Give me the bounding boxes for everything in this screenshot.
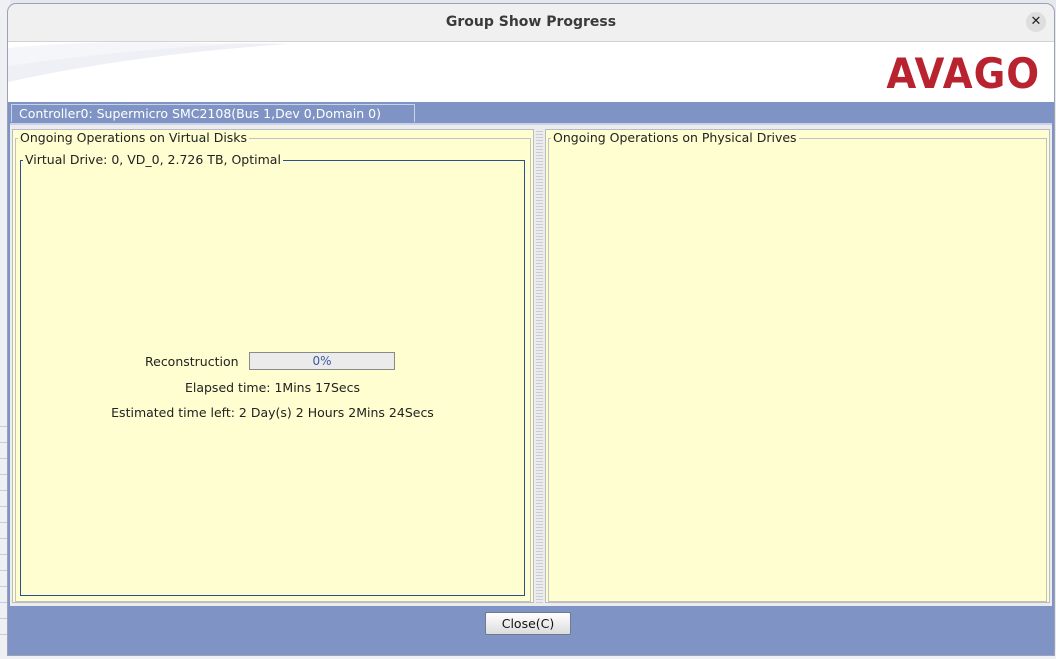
background-row bbox=[0, 460, 8, 475]
background-row bbox=[0, 476, 8, 491]
operation-label: Reconstruction bbox=[145, 354, 239, 369]
progress-dialog: Group Show Progress ✕ AVAGO Controller0:… bbox=[8, 4, 1054, 655]
brand-banner: AVAGO bbox=[8, 42, 1054, 102]
background-row bbox=[0, 556, 8, 571]
background-row bbox=[0, 604, 8, 619]
background-row bbox=[0, 572, 8, 587]
background-row bbox=[0, 444, 8, 459]
virtual-disks-group: Ongoing Operations on Virtual Disks Virt… bbox=[15, 130, 531, 602]
background-row bbox=[0, 492, 8, 507]
progress-text: 0% bbox=[312, 354, 332, 368]
background-row bbox=[0, 588, 8, 603]
background-row bbox=[0, 428, 8, 443]
elapsed-time: Elapsed time: 1Mins 17Secs bbox=[184, 380, 361, 395]
title-bar: Group Show Progress ✕ bbox=[8, 4, 1054, 42]
background-row bbox=[0, 412, 8, 427]
physical-drives-group: Ongoing Operations on Physical Drives bbox=[548, 130, 1047, 602]
close-button[interactable]: Close(C) bbox=[485, 612, 571, 635]
close-icon[interactable]: ✕ bbox=[1026, 12, 1046, 32]
window-title: Group Show Progress bbox=[445, 14, 617, 30]
background-row bbox=[0, 620, 8, 635]
background-row bbox=[0, 540, 8, 555]
reconstruction-progress-bar: 0% bbox=[249, 352, 395, 370]
physical-drives-title: Ongoing Operations on Physical Drives bbox=[551, 130, 799, 146]
virtual-disks-title: Ongoing Operations on Virtual Disks bbox=[18, 130, 250, 146]
tab-pane: Ongoing Operations on Virtual Disks Virt… bbox=[10, 123, 1052, 606]
virtual-disks-panel: Ongoing Operations on Virtual Disks Virt… bbox=[12, 129, 534, 603]
panel-splitter[interactable] bbox=[536, 129, 543, 603]
estimated-time-left: Estimated time left: 2 Day(s) 2 Hours 2M… bbox=[111, 405, 434, 420]
virtual-drive-group: Virtual Drive: 0, VD_0, 2.726 TB, Optima… bbox=[20, 152, 525, 596]
tab-controller0[interactable]: Controller0: Supermicro SMC2108(Bus 1,De… bbox=[11, 104, 415, 122]
background-row bbox=[0, 524, 8, 539]
avago-logo: AVAGO bbox=[886, 49, 1040, 98]
background-row bbox=[0, 508, 8, 523]
virtual-drive-title: Virtual Drive: 0, VD_0, 2.726 TB, Optima… bbox=[23, 152, 283, 168]
dialog-footer: Close(C) bbox=[8, 607, 1054, 655]
physical-drives-panel: Ongoing Operations on Physical Drives bbox=[545, 129, 1050, 603]
banner-swoosh bbox=[8, 42, 288, 82]
